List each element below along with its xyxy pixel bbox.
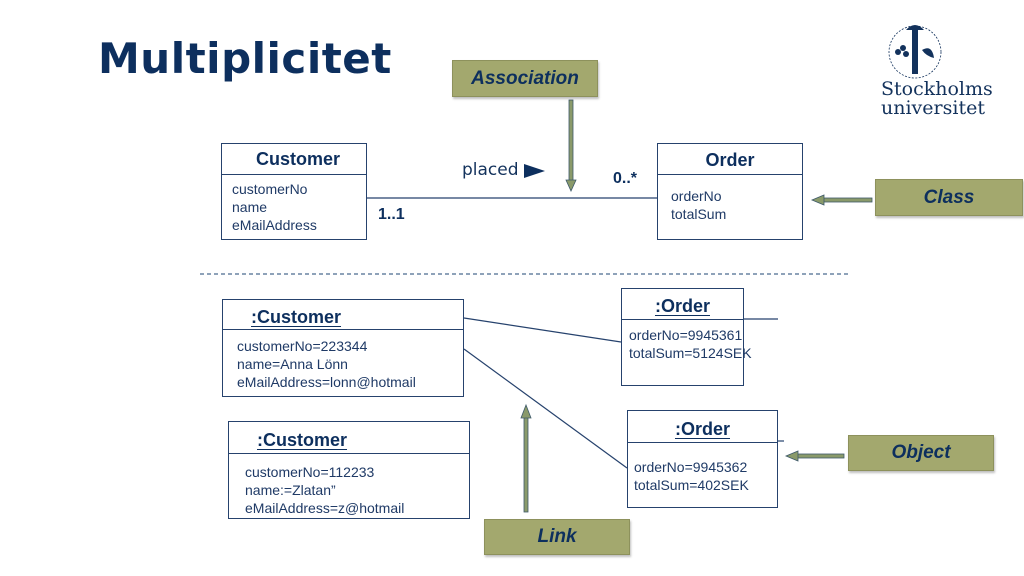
arrow-left-icon <box>810 194 873 206</box>
arrow-up-icon <box>520 403 532 513</box>
attribute: totalSum=5124SEK <box>629 345 752 361</box>
object-name: :Order <box>674 419 730 439</box>
attribute: totalSum <box>671 206 727 222</box>
attribute: name <box>232 199 268 215</box>
attribute: customerNo=223344 <box>237 338 368 354</box>
class-attributes: customerNo name eMailAddress <box>222 175 366 234</box>
class-name: Order <box>658 144 802 175</box>
class-attributes: orderNo totalSum <box>658 175 802 223</box>
object-order-2: :Order orderNo=9945362 totalSum=402SEK <box>627 410 778 508</box>
attribute: name=Anna Lönn <box>237 356 348 372</box>
attribute: eMailAddress=z@hotmail <box>245 500 405 516</box>
class-order: Order orderNo totalSum <box>657 143 803 240</box>
association-label: placed <box>462 160 519 180</box>
object-customer-1: :Customer customerNo=223344 name=Anna Lö… <box>222 299 464 397</box>
attribute: eMailAddress=lonn@hotmail <box>237 374 416 390</box>
arrow-left-icon <box>784 450 845 462</box>
arrow-down-icon <box>565 99 577 192</box>
triangle-right-icon <box>524 164 545 178</box>
object-name: :Customer <box>251 307 342 327</box>
object-attributes: orderNo=9945362 totalSum=402SEK <box>628 443 777 494</box>
object-order-1: :Order orderNo=9945361 totalSum=5124SEK <box>621 288 752 386</box>
link-callout: Link <box>484 519 630 555</box>
multiplicity-customer: 1..1 <box>378 206 405 223</box>
object-attributes: orderNo=9945361 totalSum=5124SEK <box>622 320 752 362</box>
class-name: Customer <box>222 144 366 175</box>
attribute: orderNo=9945361 <box>629 327 743 343</box>
class-callout: Class <box>875 179 1023 216</box>
class-customer: Customer customerNo name eMailAddress <box>221 143 367 240</box>
attribute: name:=Zlatan” <box>245 482 336 498</box>
link-line-1 <box>463 317 622 343</box>
attribute: orderNo=9945362 <box>634 459 748 475</box>
object-attributes: customerNo=223344 name=Anna Lönn eMailAd… <box>223 330 463 391</box>
attribute: totalSum=402SEK <box>634 477 749 493</box>
attribute: customerNo <box>232 181 308 197</box>
object-attributes: customerNo=112233 name:=Zlatan” eMailAdd… <box>229 454 469 517</box>
object-customer-2: :Customer customerNo=112233 name:=Zlatan… <box>228 421 470 519</box>
link-line-2 <box>463 348 628 469</box>
object-name: :Order <box>654 296 710 316</box>
attribute: customerNo=112233 <box>245 464 375 480</box>
object-callout: Object <box>848 435 994 471</box>
multiplicity-order: 0..* <box>613 170 638 187</box>
attribute: orderNo <box>671 188 722 204</box>
attribute: eMailAddress <box>232 217 317 233</box>
association-callout: Association <box>452 60 598 97</box>
object-name: :Customer <box>257 430 348 450</box>
